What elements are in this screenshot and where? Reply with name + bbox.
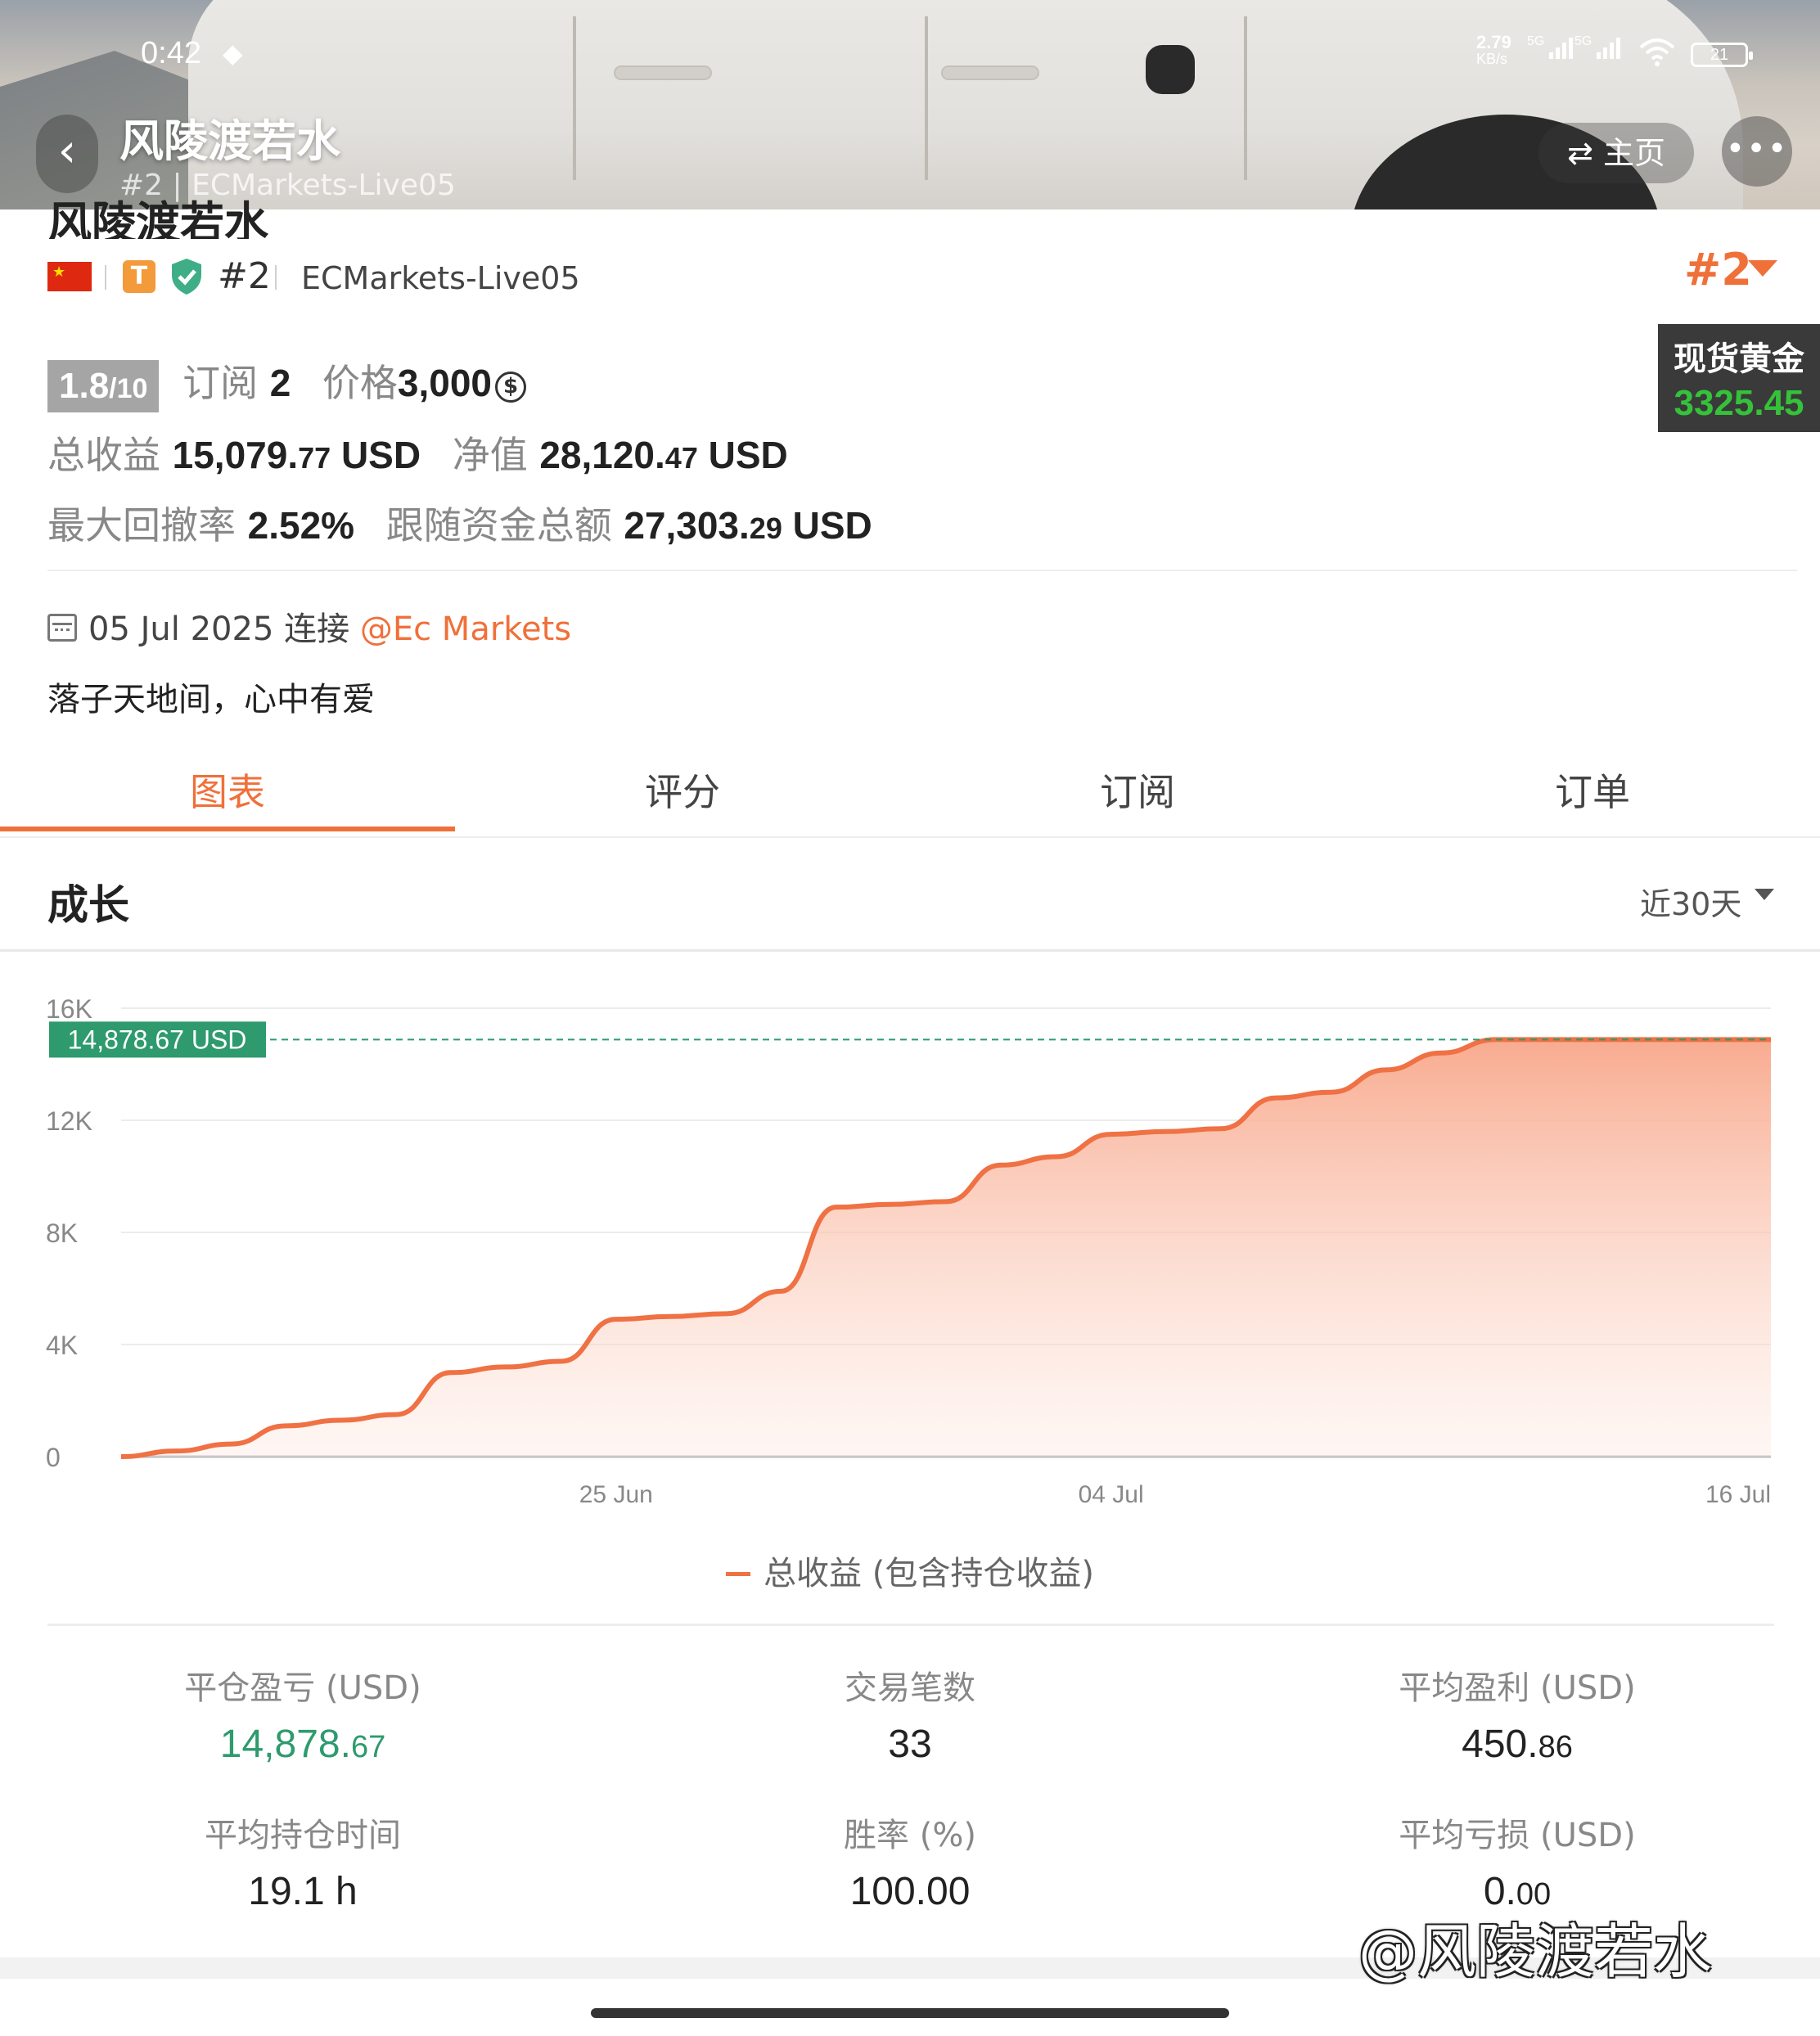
profile-motto: 落子天地间，心中有爱 bbox=[47, 681, 375, 718]
rank-dropdown[interactable]: #2 bbox=[1684, 244, 1752, 295]
tab-chart[interactable]: 图表 bbox=[0, 763, 455, 817]
rank-label: #2 bbox=[218, 255, 271, 297]
stat-value: 14,878.67 bbox=[219, 1723, 386, 1766]
total-profit-value: 15,079.77 USD bbox=[172, 434, 421, 476]
home-indicator[interactable] bbox=[591, 2008, 1229, 2018]
profit-row: 总收益 15,079.77 USD 净值 28,120.47 USD bbox=[47, 433, 788, 477]
network-speed: 2.79 KB/s bbox=[1476, 32, 1511, 68]
score-badge: 1.8/10 bbox=[47, 359, 160, 412]
stat-label: 平均盈利 (USD) bbox=[1399, 1669, 1636, 1707]
stat-value: 33 bbox=[888, 1723, 932, 1766]
signal-icon-2: 5G bbox=[1574, 34, 1621, 64]
tab-subscription[interactable]: 订阅 bbox=[910, 763, 1365, 817]
profile-name: 风陵渡若水 bbox=[47, 197, 268, 239]
chart-legend: 总收益 (包含持仓收益) bbox=[0, 1547, 1820, 1594]
stat-value: 19.1 h bbox=[248, 1870, 358, 1913]
stat-label: 胜率 (%) bbox=[844, 1817, 976, 1854]
more-options-button[interactable]: ••• bbox=[1722, 116, 1792, 187]
gold-price-widget[interactable]: 现货黄金 3325.45 bbox=[1658, 324, 1820, 432]
home-button[interactable]: ⇄ 主页 bbox=[1538, 123, 1694, 183]
wifi-icon bbox=[1639, 38, 1675, 66]
price-value: 3,000 bbox=[397, 362, 493, 404]
gold-price: 3325.45 bbox=[1674, 383, 1804, 423]
tab-rating[interactable]: 评分 bbox=[455, 763, 910, 817]
status-time: 0:42 bbox=[141, 36, 201, 70]
caret-down-icon[interactable] bbox=[1755, 889, 1774, 900]
vpn-icon: ◆ bbox=[223, 38, 243, 69]
signal-icon-1: 5G bbox=[1527, 34, 1574, 64]
divider bbox=[47, 570, 1797, 571]
header-title: 风陵渡若水 bbox=[119, 115, 340, 167]
stat-value: 100.00 bbox=[849, 1870, 971, 1913]
y-tick-label: 4K bbox=[46, 1331, 78, 1360]
drawdown-row: 最大回撤率 2.52% 跟随资金总额 27,303.29 USD bbox=[47, 503, 872, 547]
score-row: 1.8/10 订阅 2 价格3,000 $ bbox=[47, 354, 527, 412]
stat-label: 交易笔数 bbox=[845, 1669, 975, 1707]
y-tick-label: 16K bbox=[46, 994, 92, 1024]
connect-info: 05 Jul 2025 连接 @Ec Markets bbox=[47, 602, 571, 650]
legend-swatch bbox=[726, 1572, 751, 1576]
x-tick-label: 25 Jun bbox=[579, 1481, 653, 1508]
x-tick-label: 04 Jul bbox=[1079, 1481, 1144, 1508]
stat-label: 平均亏损 (USD) bbox=[1399, 1817, 1636, 1854]
calendar-icon bbox=[47, 614, 77, 642]
gold-label: 现货黄金 bbox=[1674, 340, 1804, 378]
growth-title: 成长 bbox=[47, 881, 129, 929]
y-tick-label: 0 bbox=[46, 1443, 61, 1472]
verified-shield-icon bbox=[172, 259, 201, 295]
x-tick-label: 16 Jul bbox=[1705, 1481, 1771, 1508]
drawdown-value: 2.52% bbox=[247, 504, 355, 547]
trader-badge-icon: T bbox=[123, 260, 155, 293]
caret-down-icon[interactable] bbox=[1748, 260, 1777, 277]
car-mirror bbox=[1146, 45, 1195, 94]
coin-icon: $ bbox=[495, 372, 527, 403]
stat-value: 450.86 bbox=[1462, 1723, 1573, 1766]
back-button[interactable]: ‹ bbox=[36, 115, 98, 193]
subscribe-count: 2 bbox=[269, 362, 291, 404]
watermark-logo: @风陵渡若水 bbox=[1358, 1917, 1713, 1986]
switch-icon: ⇄ bbox=[1567, 135, 1593, 171]
growth-chart: 14,878.67 USD 0 4K 8K 12K 16K 25 Jun 04 Jul 16 … bbox=[46, 994, 1771, 1508]
battery-icon: 21 bbox=[1691, 43, 1753, 67]
china-flag-icon: ★ bbox=[47, 262, 92, 291]
series-area bbox=[121, 1039, 1771, 1457]
broker-link[interactable]: @Ec Markets bbox=[360, 610, 571, 648]
stat-label: 平仓盈亏 (USD) bbox=[184, 1669, 421, 1707]
range-select[interactable]: 近30天 bbox=[1640, 879, 1741, 924]
server-name: ECMarkets-Live05 bbox=[301, 260, 580, 296]
current-value-label: 14,878.67 USD bbox=[68, 1025, 247, 1054]
y-tick-label: 8K bbox=[46, 1218, 78, 1248]
y-tick-label: 12K bbox=[46, 1106, 92, 1136]
tab-active-indicator bbox=[0, 827, 455, 831]
stat-label: 平均持仓时间 bbox=[205, 1817, 401, 1854]
follow-funds-value: 27,303.29 USD bbox=[624, 504, 872, 547]
tab-orders[interactable]: 订单 bbox=[1365, 763, 1820, 817]
equity-value: 28,120.47 USD bbox=[539, 434, 788, 476]
